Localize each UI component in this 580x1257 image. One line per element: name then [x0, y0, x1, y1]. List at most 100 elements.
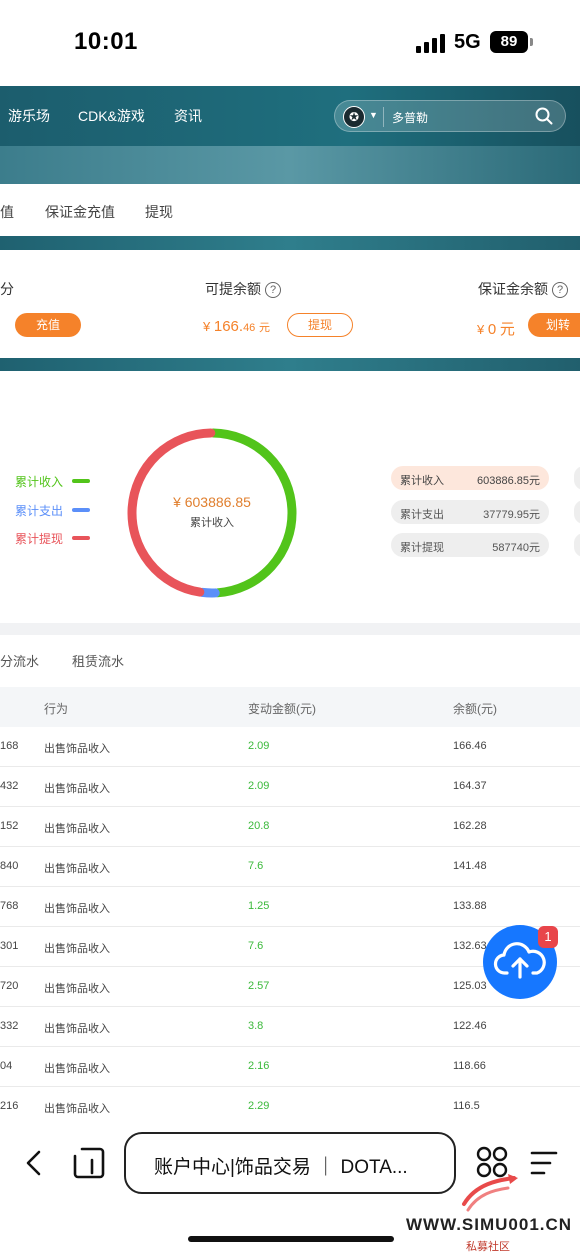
signal-icon [416, 33, 446, 53]
legend-withdraw: 累计提现 [15, 532, 64, 546]
network-label: 5G [454, 31, 481, 53]
deposit-unit: 元 [499, 321, 515, 338]
row-balance: 125.03 [453, 980, 487, 992]
status-bar: 10:01 5G 89 [0, 0, 580, 86]
withdraw-button[interactable]: 提现 [287, 313, 353, 337]
row-balance: 122.46 [453, 1020, 487, 1032]
row-action: 出售饰品收入 [44, 863, 110, 875]
donut-segment-income [208, 428, 297, 598]
withdrawable-label: 可提余额? [205, 279, 281, 299]
search-icon[interactable] [535, 107, 553, 125]
row-id: 216 [0, 1100, 19, 1112]
row-change: 2.09 [248, 780, 270, 792]
status-time: 10:01 [74, 28, 138, 55]
currency-symbol: ¥ [203, 319, 211, 334]
table-row: 432 出售饰品收入 2.09 164.37 [0, 767, 580, 807]
row-balance: 141.48 [453, 860, 487, 872]
transfer-button[interactable]: 划转 [528, 313, 580, 337]
row-change: 7.6 [248, 940, 264, 952]
legend-income: 累计收入 [15, 475, 64, 489]
legend-income-swatch [72, 479, 90, 483]
legend-expense-swatch [72, 508, 90, 512]
pill-label: 累计提现 [400, 542, 444, 554]
battery-icon: 89 [490, 31, 533, 53]
pill-value: 603886.85元 [477, 475, 540, 487]
row-balance: 164.37 [453, 780, 487, 792]
currency-symbol: ¥ [477, 322, 485, 337]
row-balance: 133.88 [453, 900, 487, 912]
pill-income[interactable]: 累计收入 603886.85元 [391, 466, 549, 490]
account-tabs: 值 保证金充值 提现 [0, 184, 580, 236]
back-icon[interactable] [22, 1150, 46, 1176]
row-id: 04 [0, 1060, 13, 1072]
deposit-label-text: 保证金余额 [478, 281, 548, 297]
column-header-balance: 余额(元) [453, 702, 497, 716]
column-header-action: 行为 [44, 702, 69, 716]
address-bar[interactable]: 账户中心|饰品交易 ｜ DOTA... [124, 1132, 456, 1194]
flow-tabs: 分流水 租赁流水 [0, 635, 580, 687]
table-row: 04 出售饰品收入 2.16 118.66 [0, 1047, 580, 1087]
pill-expense[interactable]: 累计支出 37779.95元 [391, 500, 549, 524]
deposit-amount-value: 0 [487, 321, 497, 338]
row-id: 332 [0, 1020, 19, 1032]
pill-label: 累计收入 [400, 475, 444, 487]
header-banner [0, 146, 580, 184]
search-input[interactable]: 多普勒 [392, 109, 428, 126]
menu-icon[interactable] [530, 1150, 558, 1176]
section-divider-bar [0, 358, 580, 372]
row-id: 720 [0, 980, 19, 992]
deposit-amount: ¥ 0 元 [477, 318, 515, 339]
pill-withdraw[interactable]: 累计提现 587740元 [391, 533, 549, 557]
nav-item-news[interactable]: 资讯 [174, 106, 202, 126]
row-action: 出售饰品收入 [44, 1063, 110, 1075]
row-id: 840 [0, 860, 19, 872]
tab-deposit-recharge[interactable]: 保证金充值 [45, 202, 115, 222]
row-change: 3.8 [248, 1020, 264, 1032]
nav-item-playground[interactable]: 游乐场 [8, 106, 50, 126]
search-divider [383, 107, 384, 127]
tab-withdraw[interactable]: 提现 [145, 202, 173, 222]
chevron-down-icon[interactable]: ▼ [369, 110, 378, 120]
tab-points-flow[interactable]: 分流水 [0, 651, 39, 670]
watermark-url: WWW.SIMU001.CN [406, 1215, 573, 1234]
search-bar[interactable]: ✪ ▼ 多普勒 [334, 100, 566, 132]
table-row: 216 出售饰品收入 2.29 116.5 [0, 1087, 580, 1127]
balance-label-fragment: 分 [0, 281, 14, 297]
section-divider [0, 623, 580, 635]
withdrawable-label-text: 可提余额 [205, 281, 261, 297]
recharge-button[interactable]: 充值 [15, 313, 81, 337]
withdrawable-unit: 元 [258, 322, 270, 334]
table-row: 152 出售饰品收入 20.8 162.28 [0, 807, 580, 847]
deposit-label: 保证金余额? [478, 279, 568, 299]
watermark-logo-icon [462, 1174, 518, 1212]
table-row: 768 出售饰品收入 1.25 133.88 [0, 887, 580, 927]
pill-stub [574, 533, 580, 557]
pill-value: 37779.95元 [483, 509, 540, 521]
nav-item-cdk-games[interactable]: CDK&游戏 [78, 106, 145, 126]
row-change: 20.8 [248, 820, 270, 832]
row-balance: 162.28 [453, 820, 487, 832]
row-action: 出售饰品收入 [44, 1023, 110, 1035]
summary-chart-section: 累计收入 累计支出 累计提现 ¥ 603886.85 累计收入 累计收入 603… [0, 371, 580, 623]
row-balance: 116.5 [453, 1100, 480, 1112]
help-icon[interactable]: ? [552, 282, 568, 298]
row-action: 出售饰品收入 [44, 783, 110, 795]
row-change: 2.29 [248, 1100, 270, 1112]
row-id: 301 [0, 940, 19, 952]
row-balance: 118.66 [453, 1060, 486, 1072]
withdrawable-amount: ¥ 166.46 元 [203, 318, 270, 335]
tabs-icon[interactable] [72, 1146, 106, 1180]
row-id: 152 [0, 820, 19, 832]
row-change: 7.6 [248, 860, 264, 872]
tab-rental-flow[interactable]: 租赁流水 [72, 651, 124, 670]
game-select-icon[interactable]: ✪ [343, 106, 365, 128]
top-nav: 游乐场 CDK&游戏 资讯 ✪ ▼ 多普勒 [0, 86, 580, 146]
donut-segment-withdraw [127, 428, 216, 597]
pill-stub [574, 466, 580, 490]
table-row: 168 出售饰品收入 2.09 166.46 [0, 727, 580, 767]
tab-recharge[interactable]: 值 [0, 202, 14, 222]
help-icon[interactable]: ? [265, 282, 281, 298]
withdrawable-amount-int: 166. [213, 318, 244, 335]
notification-badge: 1 [538, 926, 558, 948]
table-row: 332 出售饰品收入 3.8 122.46 [0, 1007, 580, 1047]
